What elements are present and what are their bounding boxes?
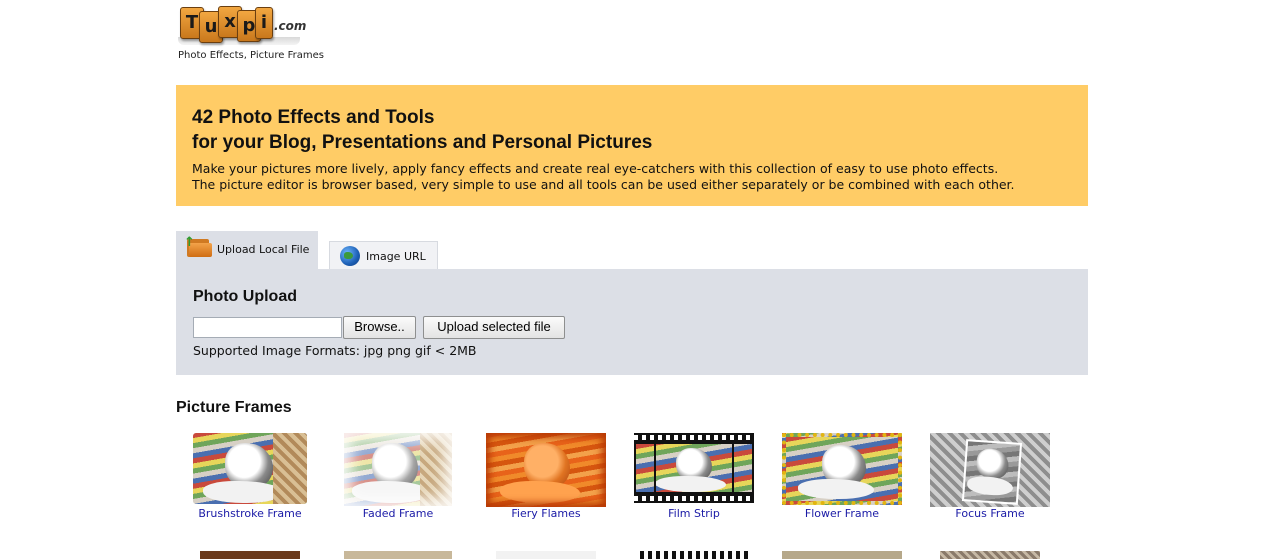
tab-image-url[interactable]: Image URL <box>329 241 438 270</box>
globe-icon <box>340 246 360 266</box>
focus-frame-thumbnail[interactable] <box>930 433 1050 507</box>
frame-label[interactable]: Fiery Flames <box>472 507 620 520</box>
frame-item-brushstroke[interactable]: Brushstroke Frame <box>176 433 324 523</box>
intro-banner: 42 Photo Effects and Tools for your Blog… <box>176 85 1088 206</box>
frame-label[interactable]: Brushstroke Frame <box>176 507 324 520</box>
frame-thumbnail-row2[interactable] <box>496 551 596 559</box>
faded-frame-thumbnail[interactable] <box>344 433 452 506</box>
frame-thumbnail-row2[interactable] <box>940 551 1040 559</box>
frame-thumbnail-row2[interactable] <box>344 551 452 559</box>
frame-item-faded[interactable]: Faded Frame <box>324 433 472 523</box>
frame-label[interactable]: Film Strip <box>620 507 768 520</box>
file-path-input[interactable] <box>193 317 342 338</box>
frame-label[interactable]: Flower Frame <box>768 507 916 520</box>
banner-title-line2: for your Blog, Presentations and Persona… <box>192 132 653 153</box>
frame-item-fiery-flames[interactable]: Fiery Flames <box>472 433 620 523</box>
site-tagline: Photo Effects, Picture Frames <box>178 50 324 61</box>
frame-label[interactable]: Faded Frame <box>324 507 472 520</box>
upload-selected-file-button[interactable]: Upload selected file <box>423 316 565 339</box>
fiery-flames-thumbnail[interactable] <box>486 433 606 507</box>
logo-suffix: .com <box>274 19 307 33</box>
banner-text-line1: Make your pictures more lively, apply fa… <box>192 161 999 176</box>
picture-frames-heading: Picture Frames <box>176 399 292 416</box>
flower-frame-thumbnail[interactable] <box>782 433 902 505</box>
supported-formats-text: Supported Image Formats: jpg png gif < 2… <box>193 343 477 358</box>
site-logo[interactable]: T u x p i .com <box>178 5 306 49</box>
frame-thumbnail-row2[interactable] <box>782 551 902 559</box>
logo-letter: i <box>255 7 273 39</box>
photo-upload-panel: Photo Upload Browse.. Upload selected fi… <box>176 269 1088 375</box>
banner-description: Make your pictures more lively, apply fa… <box>192 161 1015 193</box>
tab-label: Image URL <box>366 250 426 263</box>
frame-label[interactable]: Focus Frame <box>916 507 1064 520</box>
banner-title: 42 Photo Effects and Tools for your Blog… <box>192 105 652 155</box>
banner-text-line2: The picture editor is browser based, ver… <box>192 177 1015 192</box>
tab-upload-local-file[interactable]: ↑ Upload Local File <box>176 231 318 269</box>
upload-heading: Photo Upload <box>193 288 297 305</box>
banner-title-line1: 42 Photo Effects and Tools <box>192 107 435 128</box>
tab-label: Upload Local File <box>217 243 310 256</box>
frame-item-focus[interactable]: Focus Frame <box>916 433 1064 523</box>
frame-item-film-strip[interactable]: Film Strip <box>620 433 768 523</box>
frame-thumbnail-row2[interactable] <box>200 551 300 559</box>
frame-item-flower[interactable]: Flower Frame <box>768 433 916 523</box>
folder-upload-icon: ↑ <box>184 236 212 257</box>
film-strip-thumbnail[interactable] <box>634 433 754 503</box>
brushstroke-frame-thumbnail[interactable] <box>193 433 307 504</box>
browse-button[interactable]: Browse.. <box>343 316 416 339</box>
frame-thumbnail-row2[interactable] <box>640 551 750 559</box>
